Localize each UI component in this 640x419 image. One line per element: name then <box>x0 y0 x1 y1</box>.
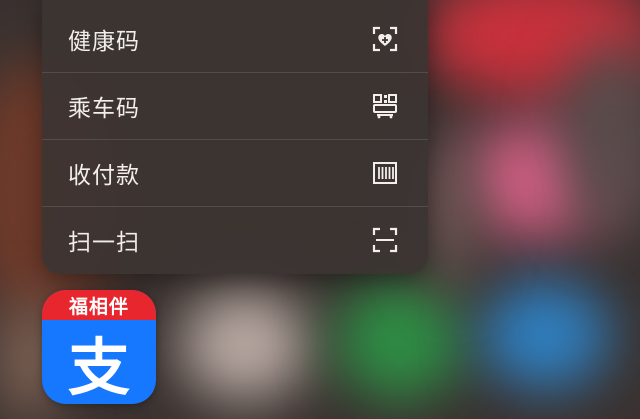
menu-item-label: 健康码 <box>68 29 140 55</box>
alipay-app-icon[interactable]: 福相伴 支 <box>42 290 156 404</box>
menu-item-scan[interactable]: 扫一扫 <box>42 207 428 273</box>
barcode-icon <box>373 162 397 184</box>
blurred-app-icon <box>180 290 310 400</box>
menu-item-label: 扫一扫 <box>68 230 140 256</box>
alipay-logo-glyph: 支 <box>67 331 130 404</box>
menu-item-label: 乘车码 <box>68 96 140 122</box>
menu-item-label: 收付款 <box>68 163 140 189</box>
scan-icon <box>372 227 398 253</box>
health-code-icon <box>372 26 398 52</box>
menu-item-health-code[interactable]: 健康码 <box>42 6 428 72</box>
transit-code-icon <box>373 94 397 119</box>
blurred-app-icon <box>335 280 465 400</box>
blurred-app-icon <box>480 280 610 390</box>
app-badge: 福相伴 <box>42 290 156 320</box>
menu-item-payment[interactable]: 收付款 <box>42 140 428 206</box>
quick-actions-menu: 健康码 乘车码 收付款 扫一扫 <box>42 0 428 274</box>
menu-item-transit-code[interactable]: 乘车码 <box>42 73 428 139</box>
blurred-app-icon <box>420 130 480 290</box>
